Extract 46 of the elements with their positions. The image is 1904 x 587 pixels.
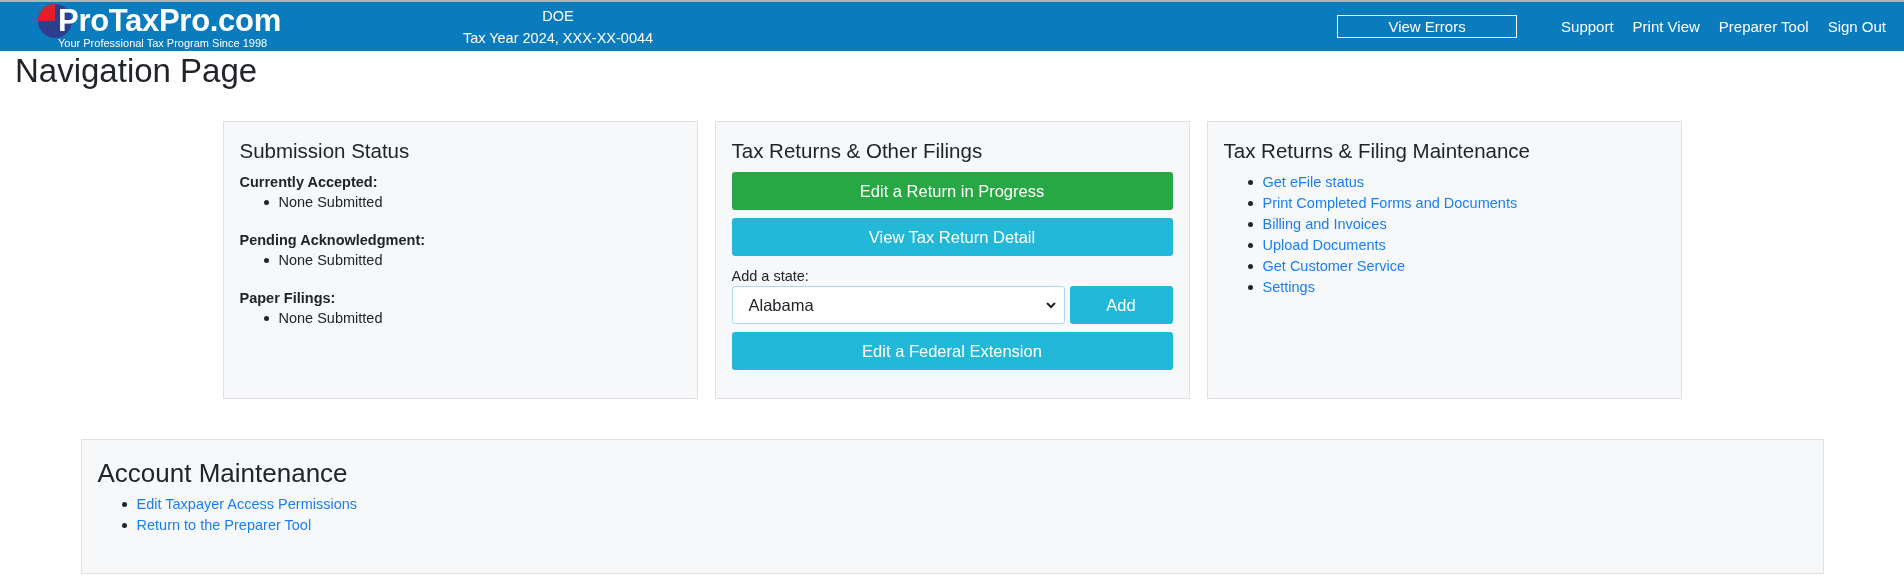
nav-link[interactable]: Support xyxy=(1561,18,1614,35)
card-title: Tax Returns & Filing Maintenance xyxy=(1223,138,1531,164)
group-label: Paper Filings: xyxy=(239,289,337,308)
logo-text: ProTaxPro.com xyxy=(58,3,281,39)
state-label: Add a state: xyxy=(731,267,810,286)
client-name: DOE xyxy=(542,7,574,24)
group-label: Currently Accepted: xyxy=(239,173,379,192)
link[interactable]: Get eFile status xyxy=(1262,172,1365,193)
tax-year-text: Tax Year 2024, XXX-XX-0044 xyxy=(462,29,654,46)
bullet-icon xyxy=(263,316,269,321)
link[interactable]: Print Completed Forms and Documents xyxy=(1262,193,1518,214)
bullet-icon xyxy=(1247,264,1253,269)
chevron-icon xyxy=(1045,301,1056,309)
card-title: Tax Returns & Other Filings xyxy=(731,138,984,164)
add-button[interactable]: Add xyxy=(1069,286,1173,324)
bullet-icon xyxy=(121,523,127,528)
link[interactable]: Settings xyxy=(1262,277,1315,298)
bullet-icon xyxy=(263,258,269,263)
bullet-icon xyxy=(1247,180,1253,185)
bullet-icon xyxy=(1247,222,1253,227)
logo-tagline: Your Professional Tax Program Since 1998 xyxy=(58,37,268,49)
bullet-icon xyxy=(121,502,127,507)
link[interactable]: Upload Documents xyxy=(1262,235,1386,256)
group-label: Pending Acknowledgment: xyxy=(239,231,427,250)
bullet-icon xyxy=(1247,285,1253,290)
status-text: None Submitted xyxy=(278,193,383,212)
nav-link[interactable]: Sign Out xyxy=(1827,18,1886,35)
bullet-icon xyxy=(1247,201,1253,206)
action-button[interactable]: View Tax Return Detail xyxy=(731,218,1173,256)
status-text: None Submitted xyxy=(278,251,383,270)
extension-button[interactable]: Edit a Federal Extension xyxy=(731,332,1173,370)
state-select[interactable]: Alabama xyxy=(731,286,1065,324)
link[interactable]: Billing and Invoices xyxy=(1262,214,1387,235)
card-title: Account Maintenance xyxy=(97,457,349,490)
link[interactable]: Return to the Preparer Tool xyxy=(136,515,312,536)
status-text: None Submitted xyxy=(278,309,383,328)
bullet-icon xyxy=(263,200,269,205)
nav-link[interactable]: Print View xyxy=(1632,18,1700,35)
link[interactable]: Get Customer Service xyxy=(1262,256,1406,277)
nav-link[interactable]: Preparer Tool xyxy=(1718,18,1809,35)
link[interactable]: Edit Taxpayer Access Permissions xyxy=(136,494,358,515)
view-errors-button[interactable]: View Errors xyxy=(1337,15,1518,38)
bullet-icon xyxy=(1247,243,1253,248)
card-title: Submission Status xyxy=(239,138,411,164)
page-title: Navigation Page xyxy=(15,51,259,91)
action-button[interactable]: Edit a Return in Progress xyxy=(731,172,1173,210)
